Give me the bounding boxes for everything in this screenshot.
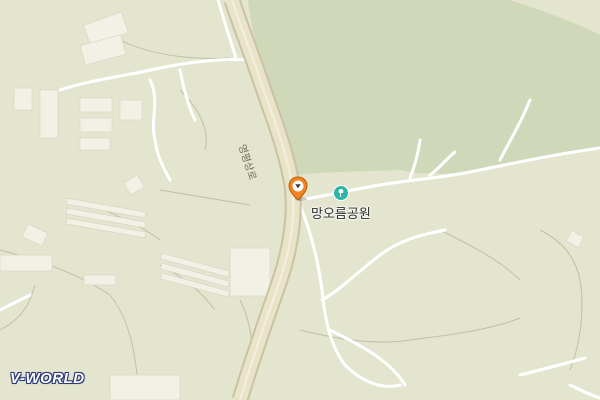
park-icon-glyph	[338, 189, 344, 197]
park-icon[interactable]	[333, 185, 349, 201]
location-pin-icon[interactable]	[287, 176, 309, 206]
forest-area	[248, 0, 600, 175]
map-view[interactable]: 영평상로 망오름공원 V-WORLD	[0, 0, 600, 400]
provider-logo: V-WORLD	[10, 369, 85, 387]
poi-label[interactable]: 망오름공원	[311, 203, 371, 222]
